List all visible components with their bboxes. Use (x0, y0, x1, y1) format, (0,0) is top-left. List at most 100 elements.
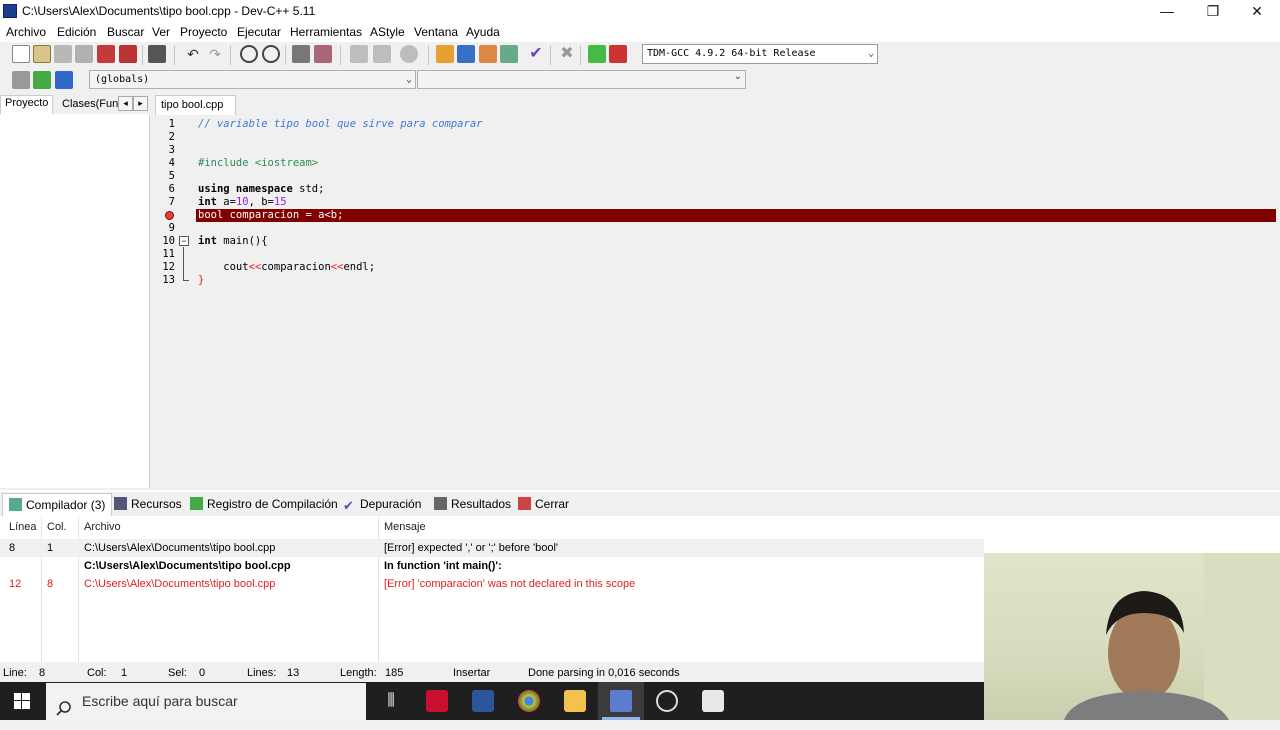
cell-col: 1 (47, 542, 54, 554)
find-icon[interactable] (240, 45, 258, 63)
status-sel-value: 0 (199, 667, 206, 679)
keyword: using namespace (198, 183, 293, 195)
replace-icon[interactable] (262, 45, 280, 63)
error-marker-icon[interactable] (165, 211, 174, 220)
open-file-icon[interactable] (33, 45, 51, 63)
code-line-10: int main(){ (198, 235, 268, 248)
windows-start-icon[interactable] (14, 693, 30, 709)
undo-icon[interactable]: ↶ (184, 45, 202, 63)
table-row[interactable]: 8 1 C:\Users\Alex\Documents\tipo bool.cp… (0, 539, 984, 557)
tab-cerrar[interactable]: Cerrar (518, 497, 569, 511)
compile-run-icon[interactable] (479, 45, 497, 63)
toggle-bookmark-icon[interactable] (33, 71, 51, 89)
close-button[interactable]: ✕ (1234, 0, 1280, 22)
status-parse-message: Done parsing in 0,016 seconds (528, 667, 680, 679)
window-title: C:\Users\Alex\Documents\tipo bool.cpp - … (22, 4, 316, 18)
goto-line-icon[interactable] (400, 45, 418, 63)
line-number: 5 (168, 170, 175, 182)
cell-file: C:\Users\Alex\Documents\tipo bool.cpp (84, 560, 291, 572)
number-literal: 15 (273, 196, 287, 208)
task-view-icon[interactable]: ⫼ (380, 690, 402, 712)
toolbar-separator (174, 45, 175, 65)
header-linea[interactable]: Línea (9, 521, 37, 533)
stop-execution-icon[interactable]: ✖ (558, 45, 576, 63)
check-icon: ✔ (343, 498, 354, 513)
minimize-button[interactable]: — (1144, 0, 1190, 22)
menu-edicion[interactable]: Edición (57, 25, 96, 39)
run-icon[interactable] (457, 45, 475, 63)
save-all-icon[interactable] (75, 45, 93, 63)
unindent-icon[interactable] (314, 45, 332, 63)
tab-label: Compilador (3) (26, 498, 106, 512)
tab-proyecto[interactable]: Proyecto (0, 95, 54, 114)
close-all-icon[interactable] (119, 45, 137, 63)
compiler-select[interactable]: TDM-GCC 4.9.2 64-bit Release ⌄ (642, 44, 878, 64)
line-number: 1 (168, 118, 175, 130)
fold-collapse-icon[interactable]: − (179, 236, 189, 246)
cell-line: 8 (9, 542, 16, 554)
table-row[interactable]: C:\Users\Alex\Documents\tipo bool.cpp In… (0, 557, 984, 575)
close-file-icon[interactable] (97, 45, 115, 63)
header-col[interactable]: Col. (47, 521, 67, 533)
redo-icon[interactable]: ↷ (206, 45, 224, 63)
menu-astyle[interactable]: AStyle (370, 25, 405, 39)
autocad-app-icon[interactable] (426, 690, 448, 712)
print-icon[interactable] (148, 45, 166, 63)
header-archivo[interactable]: Archivo (84, 521, 121, 533)
tab-compilador[interactable]: Compilador (3) (2, 493, 113, 516)
tab-depuracion[interactable]: ✔ Depuración (343, 497, 421, 512)
operator: << (330, 261, 344, 273)
menu-herramientas[interactable]: Herramientas (290, 25, 362, 39)
menu-ayuda[interactable]: Ayuda (466, 25, 500, 39)
bookmark-prev-icon[interactable] (350, 45, 368, 63)
sticky-app-icon[interactable] (702, 690, 724, 712)
file-explorer-icon[interactable] (564, 690, 586, 712)
tab-registro[interactable]: Registro de Compilación (190, 497, 338, 511)
editor-tab-tipo-bool[interactable]: tipo bool.cpp (155, 95, 236, 115)
devcpp-taskbar-active[interactable] (598, 682, 644, 720)
rebuild-icon[interactable] (500, 45, 518, 63)
status-lines-label: Lines: (247, 667, 277, 679)
code-line-12: cout<<comparacion<<endl; (198, 261, 375, 274)
header-mensaje[interactable]: Mensaje (384, 521, 426, 533)
globals-select-value: (globals) (95, 74, 150, 85)
table-row[interactable]: 12 8 C:\Users\Alex\Documents\tipo bool.c… (0, 575, 984, 593)
status-line-value: 8 (39, 667, 46, 679)
indent-icon[interactable] (292, 45, 310, 63)
goto-bookmark-icon[interactable] (55, 71, 73, 89)
code-line-7: int a=10, b=15 (198, 196, 287, 209)
menu-ver[interactable]: Ver (152, 25, 170, 39)
toolbar-separator (580, 45, 581, 65)
new-file-icon[interactable] (12, 45, 30, 63)
tab-resultados[interactable]: Resultados (434, 497, 511, 511)
line-number: 13 (162, 274, 175, 286)
insert-icon[interactable] (12, 71, 30, 89)
profile-chart-icon[interactable] (588, 45, 606, 63)
taskbar-search-box[interactable]: Escribe aquí para buscar (46, 683, 366, 720)
check-syntax-icon[interactable]: ✔ (527, 45, 545, 63)
code-editor[interactable]: // variable tipo bool que sirve para com… (195, 116, 1280, 488)
bottom-tabs: Compilador (3) Recursos Registro de Comp… (0, 492, 1280, 516)
tab-scroll-right-button[interactable]: ▸ (133, 96, 148, 111)
tab-clases[interactable]: Clases(Fun (62, 98, 118, 110)
chrome-app-icon[interactable] (518, 690, 540, 712)
tab-recursos[interactable]: Recursos (114, 497, 182, 511)
obs-app-icon[interactable] (656, 690, 678, 712)
globals-select[interactable]: (globals) ⌄ (89, 70, 416, 89)
maximize-button[interactable]: ❐ (1190, 0, 1236, 22)
toolbar-separator (340, 45, 341, 65)
compile-icon[interactable] (436, 45, 454, 63)
resources-icon (114, 497, 127, 510)
word-app-icon[interactable] (472, 690, 494, 712)
save-icon[interactable] (54, 45, 72, 63)
tab-scroll-left-button[interactable]: ◂ (118, 96, 133, 111)
menu-ejecutar[interactable]: Ejecutar (237, 25, 281, 39)
scope-select[interactable]: ⌄ (417, 70, 746, 89)
menu-archivo[interactable]: Archivo (6, 25, 46, 39)
menu-buscar[interactable]: Buscar (107, 25, 144, 39)
debug-icon[interactable] (609, 45, 627, 63)
menu-proyecto[interactable]: Proyecto (180, 25, 227, 39)
bookmark-next-icon[interactable] (373, 45, 391, 63)
line-number: 4 (168, 157, 175, 169)
menu-ventana[interactable]: Ventana (414, 25, 458, 39)
